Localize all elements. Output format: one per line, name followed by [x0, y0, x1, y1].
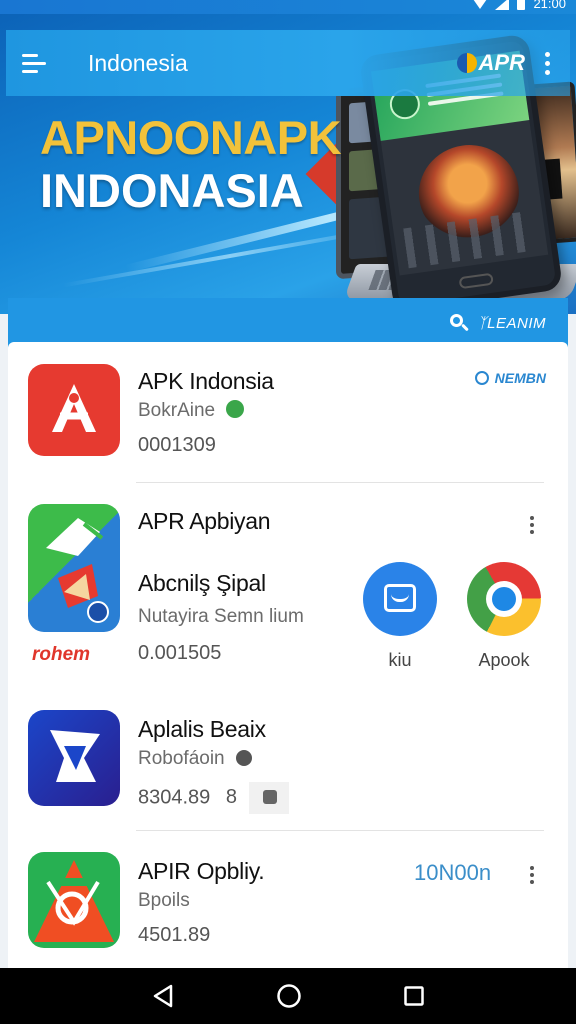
app-name: APIR Opbliy.	[138, 858, 265, 884]
app-number: 0.001505	[138, 642, 222, 664]
app-bar: Indonesia APR	[6, 30, 570, 96]
back-icon[interactable]	[151, 983, 175, 1009]
app-subtitle-text: BokrAine	[138, 400, 216, 421]
app-icon-apir	[28, 852, 120, 948]
search-label: ᛉLEANIM	[477, 314, 546, 332]
app-subtitle: Robofáoin	[138, 748, 252, 770]
list-item[interactable]: Aplalis Beaix Robofáoin 8304.89 8	[8, 710, 568, 820]
brand-text: APR	[478, 50, 525, 75]
status-bar: 21:00	[0, 0, 576, 14]
more-options-icon[interactable]	[526, 512, 538, 538]
hero-title-line1: APNOONAPK	[40, 111, 342, 164]
system-nav-bar	[0, 968, 576, 1024]
app-number-text: 8304.89	[138, 786, 211, 809]
app-number-extra: 8	[225, 786, 237, 809]
shortcut-kiu[interactable]: kiu	[360, 562, 440, 671]
verified-icon	[235, 750, 252, 766]
app-bar-actions: APR	[456, 46, 556, 81]
status-icons: 21:00	[473, 0, 566, 11]
search-bar[interactable]: ᛉLEANIM	[8, 298, 568, 348]
refresh-icon	[474, 371, 489, 385]
menu-icon[interactable]	[6, 35, 62, 91]
home-icon[interactable]	[276, 983, 302, 1009]
app-subtitle-text: Robofáoin	[138, 748, 225, 769]
shortcut-label: Apook	[478, 650, 530, 670]
game-controller-icon	[363, 562, 437, 636]
app-list: APK Indonsia BokrAine 0001309 NEMBN APR …	[8, 342, 568, 968]
image-placeholder-icon	[248, 782, 289, 814]
app-icon-aplalis	[28, 710, 120, 806]
app-action-label[interactable]: 10N00n	[414, 860, 491, 886]
app-name: APK Indonsia	[138, 368, 274, 394]
install-label: NEMBN	[494, 370, 546, 386]
chrome-icon	[467, 562, 541, 636]
shortcut-label: kiu	[388, 650, 412, 670]
list-item[interactable]: APR Apbiyan Abcnilş Şipal Nutayira Semn …	[8, 504, 568, 684]
hero-title-line2: INDONASIA	[40, 164, 304, 217]
screen: 21:00 Indonesia APR APNOONAPK INDONASIA …	[0, 0, 576, 1024]
app-name: Aplalis Beaix	[138, 716, 266, 742]
wifi-icon	[473, 0, 488, 9]
verified-icon	[226, 400, 245, 418]
divider	[136, 482, 544, 483]
app-icon-apr	[28, 504, 120, 632]
divider	[136, 830, 544, 831]
brand-logo[interactable]: APR	[456, 50, 525, 76]
battery-icon	[517, 0, 526, 10]
more-options-icon[interactable]	[526, 862, 538, 888]
app-number: 8304.89 8	[138, 782, 289, 814]
list-item[interactable]: APK Indonsia BokrAine 0001309 NEMBN	[8, 364, 568, 474]
brand-mark-icon	[456, 53, 477, 73]
install-button[interactable]: NEMBN	[474, 370, 546, 386]
app-subtitle: Bpoils	[138, 890, 190, 911]
hero-banner: Indonesia APR APNOONAPK INDONASIA	[0, 14, 576, 314]
list-item[interactable]: APIR Opbliy. 10N00n Bpoils 4501.89	[8, 852, 568, 962]
brand-wordmark: rohem	[32, 644, 91, 665]
app-title: Indonesia	[88, 49, 188, 76]
app-number: 0001309	[138, 434, 216, 456]
signal-icon	[495, 0, 510, 10]
app-name: APR Apbiyan	[138, 508, 271, 534]
shortcut-apook[interactable]: Apook	[464, 562, 544, 671]
overflow-menu-icon[interactable]	[539, 46, 556, 81]
status-time: 21:00	[533, 0, 566, 11]
search-icon	[449, 314, 469, 332]
app-subtitle: Nutayira Semn lium	[138, 606, 304, 627]
app-subtitle: BokrAine	[138, 400, 245, 422]
hero-title: APNOONAPK INDONASIA	[40, 111, 342, 217]
app-number: 4501.89	[138, 924, 211, 946]
app-icon-apk	[28, 364, 120, 456]
app-title-secondary: Abcnilş Şipal	[138, 570, 266, 596]
recents-icon[interactable]	[403, 985, 425, 1007]
